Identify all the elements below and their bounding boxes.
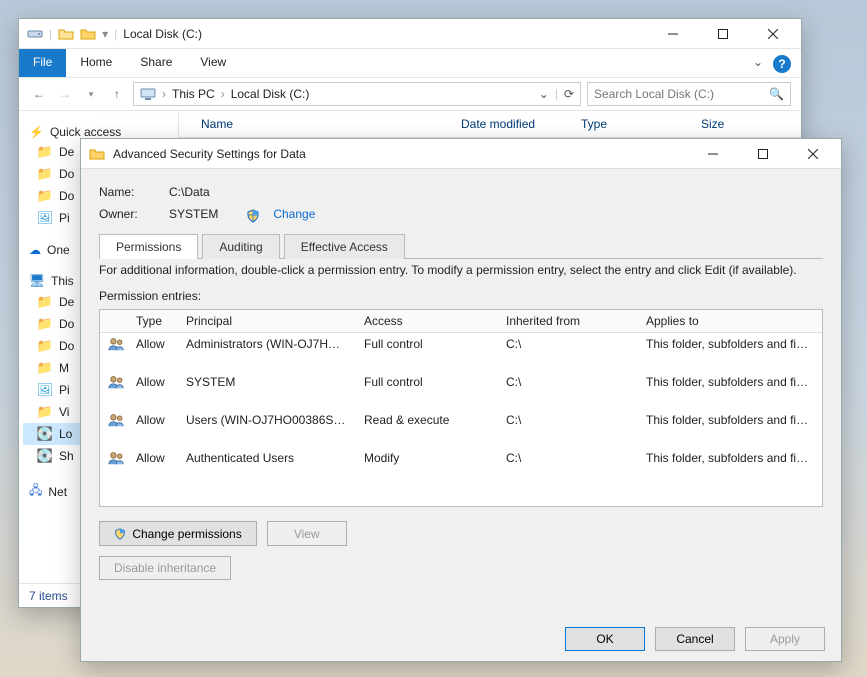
close-button[interactable] [793, 143, 833, 165]
cell-inherited: C:\ [498, 447, 638, 485]
cancel-button[interactable]: Cancel [655, 627, 735, 651]
cell-type: Allow [128, 333, 178, 371]
new-folder-icon[interactable] [58, 26, 74, 42]
recent-button[interactable]: ▾ [81, 84, 101, 104]
status-item-count: 7 items [29, 589, 68, 603]
cell-type: Allow [128, 447, 178, 485]
drive-icon [27, 26, 43, 42]
tab-share[interactable]: Share [126, 49, 186, 77]
tab-auditing[interactable]: Auditing [202, 234, 279, 259]
group-icon [108, 375, 120, 389]
search-box[interactable]: 🔍 [587, 82, 791, 106]
tab-effective-access[interactable]: Effective Access [284, 234, 405, 259]
shield-icon [114, 528, 126, 540]
breadcrumb-dropdown-icon[interactable]: ⌄ [539, 87, 549, 101]
cell-applies: This folder, subfolders and files [638, 371, 818, 409]
search-input[interactable] [594, 87, 769, 101]
name-label: Name: [99, 185, 159, 199]
ribbon-expand-icon[interactable]: ⌄ [753, 55, 763, 71]
cell-access: Modify [356, 447, 498, 485]
view-button: View [267, 521, 347, 546]
change-permissions-button[interactable]: Change permissions [99, 521, 257, 546]
search-icon[interactable]: 🔍 [769, 87, 784, 101]
explorer-titlebar: | ▾ | Local Disk (C:) [19, 19, 801, 49]
column-size[interactable]: Size [701, 117, 791, 131]
cell-access: Read & execute [356, 409, 498, 447]
group-icon [108, 337, 120, 351]
shield-icon [246, 209, 260, 223]
cell-principal: SYSTEM [178, 371, 356, 409]
forward-button[interactable]: → [55, 84, 75, 104]
entries-label: Permission entries: [99, 289, 823, 303]
cell-applies: This folder, subfolders and files [638, 447, 818, 485]
minimize-button[interactable] [653, 23, 693, 45]
maximize-button[interactable] [743, 143, 783, 165]
col-type[interactable]: Type [128, 310, 178, 332]
crumb-localdisk[interactable]: Local Disk (C:) [231, 87, 310, 101]
window-title: Local Disk (C:) [123, 27, 202, 41]
disable-inheritance-button: Disable inheritance [99, 556, 231, 580]
maximize-button[interactable] [703, 23, 743, 45]
up-button[interactable]: ↑ [107, 84, 127, 104]
minimize-button[interactable] [693, 143, 733, 165]
cell-inherited: C:\ [498, 333, 638, 371]
col-inherited[interactable]: Inherited from [498, 310, 638, 332]
apply-button: Apply [745, 627, 825, 651]
cell-inherited: C:\ [498, 409, 638, 447]
cell-access: Full control [356, 371, 498, 409]
col-principal[interactable]: Principal [178, 310, 356, 332]
cell-applies: This folder, subfolders and files [638, 409, 818, 447]
folder-icon [89, 146, 105, 162]
column-name[interactable]: Name [201, 117, 461, 131]
permission-grid: Type Principal Access Inherited from App… [99, 309, 823, 507]
owner-label: Owner: [99, 207, 159, 221]
dialog-title: Advanced Security Settings for Data [113, 147, 306, 161]
cell-principal: Authenticated Users [178, 447, 356, 485]
column-date[interactable]: Date modified [461, 117, 581, 131]
permission-row[interactable]: AllowUsers (WIN-OJ7HO00386S\Us…Read & ex… [100, 409, 822, 447]
tab-view[interactable]: View [186, 49, 240, 77]
close-button[interactable] [753, 23, 793, 45]
column-type[interactable]: Type [581, 117, 701, 131]
owner-value: SYSTEM [169, 207, 218, 221]
permission-row[interactable]: AllowSYSTEMFull controlC:\This folder, s… [100, 371, 822, 409]
cell-type: Allow [128, 371, 178, 409]
ribbon: File Home Share View ⌄ ? [19, 49, 801, 77]
cell-applies: This folder, subfolders and files [638, 333, 818, 371]
cell-principal: Administrators (WIN-OJ7HO0… [178, 333, 356, 371]
name-value: C:\Data [169, 185, 210, 199]
folder-icon[interactable] [80, 26, 96, 42]
cell-access: Full control [356, 333, 498, 371]
permission-row[interactable]: AllowAdministrators (WIN-OJ7HO0…Full con… [100, 333, 822, 371]
cell-type: Allow [128, 409, 178, 447]
info-text: For additional information, double-click… [99, 263, 823, 277]
permission-row[interactable]: AllowAuthenticated UsersModifyC:\This fo… [100, 447, 822, 485]
back-button[interactable]: ← [29, 84, 49, 104]
cell-inherited: C:\ [498, 371, 638, 409]
pc-icon [140, 86, 156, 102]
cell-principal: Users (WIN-OJ7HO00386S\Us… [178, 409, 356, 447]
tab-file[interactable]: File [19, 49, 66, 77]
refresh-icon[interactable]: ⟳ [564, 87, 574, 101]
help-icon[interactable]: ? [773, 55, 791, 73]
dialog-titlebar: Advanced Security Settings for Data [81, 139, 841, 169]
breadcrumb[interactable]: › This PC › Local Disk (C:) ⌄ | ⟳ [133, 82, 581, 106]
crumb-thispc[interactable]: This PC [172, 87, 215, 101]
change-owner-link[interactable]: Change [273, 207, 315, 221]
group-icon [108, 451, 120, 465]
nav-bar: ← → ▾ ↑ › This PC › Local Disk (C:) ⌄ | … [19, 77, 801, 111]
tab-home[interactable]: Home [66, 49, 126, 77]
tabs: Permissions Auditing Effective Access [99, 233, 823, 259]
group-icon [108, 413, 120, 427]
col-applies[interactable]: Applies to [638, 310, 818, 332]
col-access[interactable]: Access [356, 310, 498, 332]
tab-permissions[interactable]: Permissions [99, 234, 198, 259]
ok-button[interactable]: OK [565, 627, 645, 651]
